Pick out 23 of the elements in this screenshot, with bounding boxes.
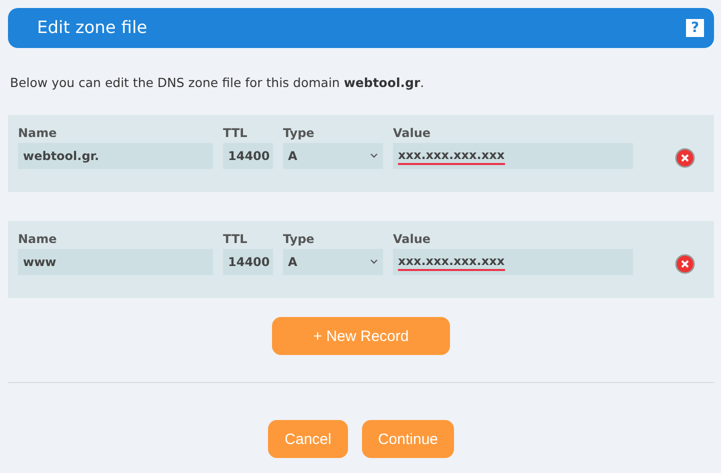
field-label: Value xyxy=(393,232,432,247)
delete-icon[interactable] xyxy=(675,148,695,168)
value-field[interactable]: xxx.xxx.xxx.xxx xyxy=(393,143,633,169)
field-label: Name xyxy=(18,232,58,247)
value-field[interactable]: xxx.xxx.xxx.xxx xyxy=(393,249,633,275)
caret-icon xyxy=(370,153,378,159)
type-dropdown[interactable]: A xyxy=(283,249,383,275)
field-label: Type xyxy=(283,232,316,247)
field-label: Name xyxy=(18,126,58,141)
type-dropdown[interactable]: A xyxy=(283,143,383,169)
ttl-field[interactable]: 14400 xyxy=(223,249,273,275)
dialog-title: Edit zone file xyxy=(37,18,148,38)
field-label: Value xyxy=(393,126,432,141)
name-field[interactable]: www xyxy=(18,249,213,275)
caret-icon xyxy=(370,259,378,265)
field-label: Type xyxy=(283,126,316,141)
field-label: TTL xyxy=(223,126,248,141)
delete-icon[interactable] xyxy=(675,254,695,274)
ttl-field[interactable]: 14400 xyxy=(223,143,273,169)
field-label: TTL xyxy=(223,232,248,247)
intro-text: Below you can edit the DNS zone file for this domain webtool.gr. xyxy=(10,75,426,90)
help-button[interactable]: ? xyxy=(686,19,704,37)
name-field[interactable]: webtool.gr. xyxy=(18,143,213,169)
